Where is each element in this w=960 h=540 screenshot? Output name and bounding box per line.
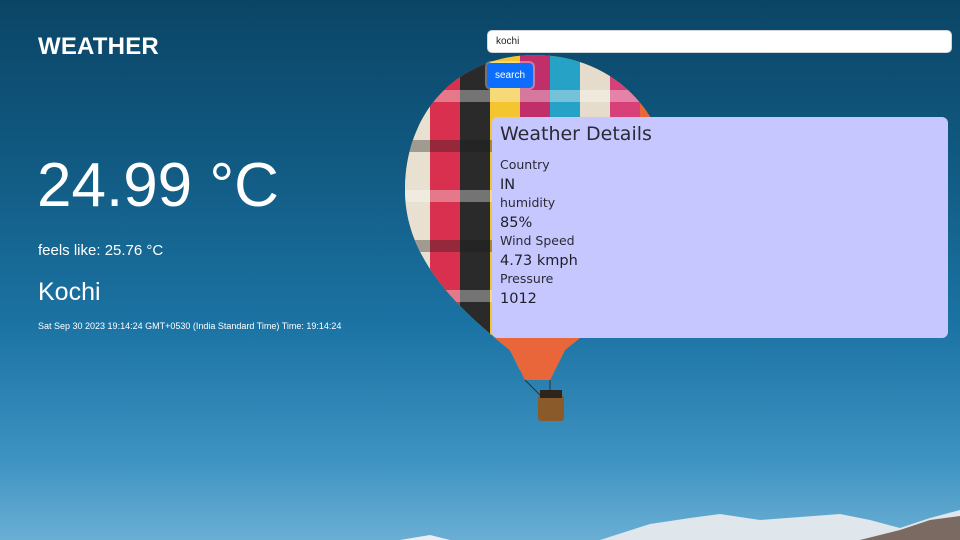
temperature-value: 24.99 °C bbox=[37, 151, 279, 220]
city-name: Kochi bbox=[38, 278, 101, 306]
detail-value: 4.73 kmph bbox=[500, 253, 578, 269]
datetime-text: Sat Sep 30 2023 19:14:24 GMT+0530 (India… bbox=[38, 321, 342, 331]
detail-value: IN bbox=[500, 177, 516, 193]
detail-item-wind-speed: Wind Speed 4.73 kmph bbox=[500, 233, 940, 269]
weather-details-card: Weather Details Country IN humidity 85% … bbox=[492, 117, 948, 338]
detail-label: Wind Speed bbox=[500, 233, 575, 248]
detail-value: 1012 bbox=[500, 291, 537, 307]
detail-item-country: Country IN bbox=[500, 157, 940, 193]
detail-label: Pressure bbox=[500, 271, 554, 286]
feels-like-text: feels like: 25.76 °C bbox=[38, 242, 164, 259]
search-input[interactable] bbox=[487, 30, 952, 53]
app-title: WEATHER bbox=[38, 33, 159, 60]
detail-item-pressure: Pressure 1012 bbox=[500, 271, 940, 307]
mountains-image bbox=[400, 510, 960, 540]
detail-value: 85% bbox=[500, 215, 533, 231]
search-button[interactable]: search bbox=[487, 63, 533, 88]
details-title: Weather Details bbox=[500, 123, 652, 145]
detail-label: humidity bbox=[500, 195, 556, 210]
detail-label: Country bbox=[500, 157, 550, 172]
detail-item-humidity: humidity 85% bbox=[500, 195, 940, 231]
